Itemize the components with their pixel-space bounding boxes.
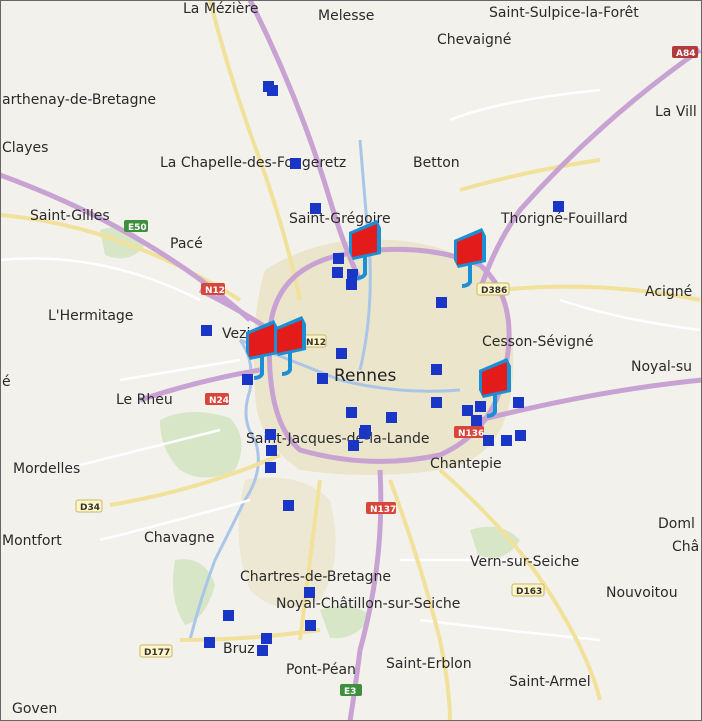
location-square-marker[interactable] xyxy=(332,267,343,278)
shield-n12: N12 xyxy=(201,283,225,296)
label-saint-sulpice: Saint-Sulpice-la-Forêt xyxy=(489,5,639,21)
location-square-marker[interactable] xyxy=(333,253,344,264)
label-betton: Betton xyxy=(413,155,460,171)
label-la-ville: La Vill xyxy=(655,104,697,120)
location-square-marker[interactable] xyxy=(515,430,526,441)
shield-d34: D34 xyxy=(75,499,103,513)
location-square-marker[interactable] xyxy=(501,435,512,446)
shield-d177: D177 xyxy=(139,644,173,658)
location-square-marker[interactable] xyxy=(204,637,215,648)
location-square-marker[interactable] xyxy=(223,610,234,621)
svg-text:E3: E3 xyxy=(344,687,356,697)
location-square-marker[interactable] xyxy=(346,407,357,418)
svg-text:D163: D163 xyxy=(516,587,542,597)
label-chantepie: Chantepie xyxy=(430,456,502,472)
label-parthenay: arthenay-de-Bretagne xyxy=(2,92,156,108)
urban-area-south xyxy=(238,477,336,608)
shield-d163: D163 xyxy=(511,583,545,597)
label-thorigne: Thorigné-Fouillard xyxy=(500,211,628,227)
svg-text:E50: E50 xyxy=(128,223,147,233)
svg-text:D34: D34 xyxy=(80,503,100,513)
label-noyal-chatillon: Noyal-Châtillon-sur-Seiche xyxy=(276,596,460,612)
location-square-marker[interactable] xyxy=(513,397,524,408)
location-square-marker[interactable] xyxy=(317,373,328,384)
location-square-marker[interactable] xyxy=(471,415,482,426)
shield-n24: N24 xyxy=(205,393,229,406)
location-square-marker[interactable] xyxy=(290,158,301,169)
shield-d386: D386 xyxy=(476,282,510,296)
label-pace: Pacé xyxy=(170,236,203,252)
location-square-marker[interactable] xyxy=(336,348,347,359)
location-square-marker[interactable] xyxy=(475,401,486,412)
label-chateaugiron: Châ xyxy=(672,539,699,555)
label-chevaigne: Chevaigné xyxy=(437,32,511,48)
label-la-chapelle: La Chapelle-des-Fougeretz xyxy=(160,155,346,171)
svg-text:N137: N137 xyxy=(370,505,396,515)
label-nouvoitou: Nouvoitou xyxy=(606,585,678,601)
label-noyal-sur: Noyal-su xyxy=(631,359,692,375)
location-square-marker[interactable] xyxy=(310,203,321,214)
location-square-marker[interactable] xyxy=(483,435,494,446)
location-square-marker[interactable] xyxy=(267,85,278,96)
location-square-marker[interactable] xyxy=(431,364,442,375)
location-square-marker[interactable] xyxy=(431,397,442,408)
location-square-marker[interactable] xyxy=(201,325,212,336)
svg-text:D177: D177 xyxy=(144,648,170,658)
label-clayes: Clayes xyxy=(2,140,48,156)
location-square-marker[interactable] xyxy=(304,587,315,598)
label-domloup: Doml xyxy=(658,516,695,532)
location-square-marker[interactable] xyxy=(265,462,276,473)
location-square-marker[interactable] xyxy=(242,374,253,385)
location-square-marker[interactable] xyxy=(266,445,277,456)
label-left-cut: é xyxy=(2,374,11,390)
svg-text:N12: N12 xyxy=(306,338,326,348)
svg-text:D386: D386 xyxy=(481,286,507,296)
location-square-marker[interactable] xyxy=(283,500,294,511)
location-square-marker[interactable] xyxy=(257,645,268,656)
label-cesson: Cesson-Sévigné xyxy=(482,334,594,350)
label-melesse: Melesse xyxy=(318,8,374,24)
location-square-marker[interactable] xyxy=(348,440,359,451)
map-canvas[interactable]: La Mézière Melesse Saint-Sulpice-la-Forê… xyxy=(0,0,702,721)
label-saint-armel: Saint-Armel xyxy=(509,674,591,690)
svg-text:A84: A84 xyxy=(676,49,696,59)
shield-n136: N136 xyxy=(454,426,484,439)
label-pont-pean: Pont-Péan xyxy=(286,662,356,678)
location-square-marker[interactable] xyxy=(462,405,473,416)
label-goven: Goven xyxy=(12,701,57,717)
label-acigne: Acigné xyxy=(645,284,692,300)
label-le-rheu: Le Rheu xyxy=(116,392,173,408)
location-square-marker[interactable] xyxy=(261,633,272,644)
shield-a84: A84 xyxy=(672,46,698,59)
svg-text:N136: N136 xyxy=(458,429,484,439)
label-montfort: Montfort xyxy=(2,533,62,549)
shield-e50: E50 xyxy=(124,220,148,233)
location-square-marker[interactable] xyxy=(553,201,564,212)
label-saint-gilles: Saint-Gilles xyxy=(30,208,110,224)
label-lhermitage: L'Hermitage xyxy=(48,308,133,324)
location-square-marker[interactable] xyxy=(359,428,370,439)
shield-n137: N137 xyxy=(366,502,396,515)
label-saint-erblon: Saint-Erblon xyxy=(386,656,472,672)
location-square-marker[interactable] xyxy=(386,412,397,423)
location-square-marker[interactable] xyxy=(305,620,316,631)
svg-text:N12: N12 xyxy=(205,286,225,296)
svg-text:N24: N24 xyxy=(209,396,229,406)
location-square-marker[interactable] xyxy=(436,297,447,308)
shield-e3: E3 xyxy=(340,684,362,697)
label-mordelles: Mordelles xyxy=(13,461,80,477)
label-chartres: Chartres-de-Bretagne xyxy=(240,569,391,585)
location-square-marker[interactable] xyxy=(347,269,358,280)
location-square-marker[interactable] xyxy=(346,279,357,290)
label-la-meziere: La Mézière xyxy=(183,1,258,17)
label-chavagne: Chavagne xyxy=(144,530,214,546)
label-rennes: Rennes xyxy=(334,366,397,386)
location-square-marker[interactable] xyxy=(265,429,276,440)
label-vern: Vern-sur-Seiche xyxy=(470,554,579,570)
label-bruz: Bruz xyxy=(223,641,255,657)
